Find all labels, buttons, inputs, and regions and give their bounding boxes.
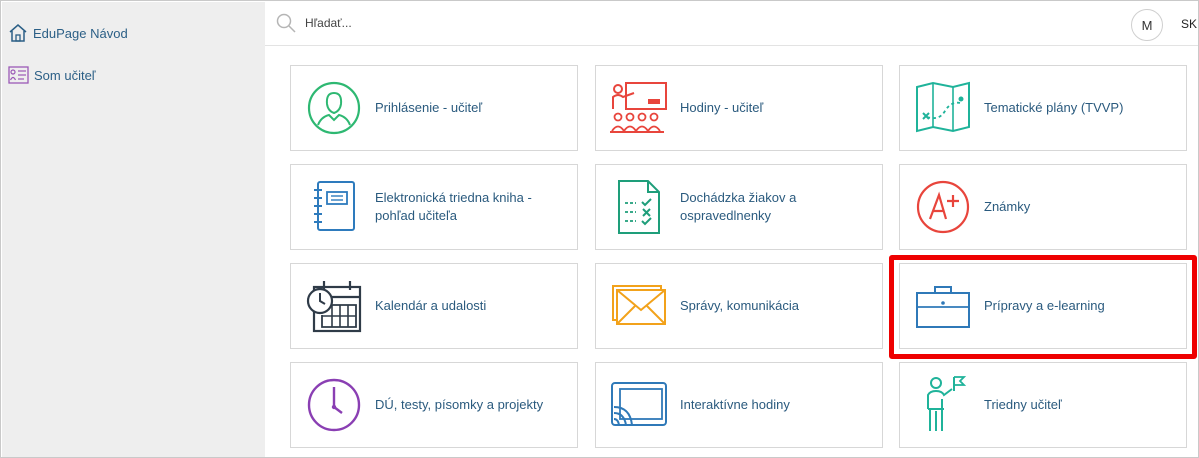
home-icon	[8, 23, 28, 43]
sidebar: EduPage Návod Som učiteľ	[2, 2, 265, 457]
user-login-icon	[299, 73, 369, 143]
tile-prihlasenie-ucitel[interactable]: Prihlásenie - učiteľ	[290, 65, 578, 151]
tile-label: Triedny učiteľ	[984, 397, 1062, 412]
tile-hodiny-ucitel[interactable]: Hodiny - učiteľ	[595, 65, 883, 151]
tile-tematicke-plany[interactable]: Tematické plány (TVVP)	[899, 65, 1187, 151]
search-icon[interactable]	[275, 12, 297, 39]
tile-label: Prípravy a e-learning	[984, 298, 1105, 313]
language-selector[interactable]: SK	[1181, 17, 1197, 31]
classroom-lesson-icon	[604, 73, 674, 143]
teacher-board-icon	[8, 66, 29, 84]
tile-label: DÚ, testy, písomky a projekty	[375, 397, 544, 412]
tile-label: Elektronická triedna kniha - pohľad učit…	[375, 190, 532, 223]
tile-elektronicka-triedna-kniha[interactable]: Elektronická triedna kniha - pohľad učit…	[290, 164, 578, 250]
sidebar-item-label: EduPage Návod	[33, 25, 128, 41]
tile-label: Prihlásenie - učiteľ	[375, 100, 483, 115]
tile-znamky[interactable]: Známky	[899, 164, 1187, 250]
tile-label: Interaktívne hodiny	[680, 397, 790, 412]
tile-spravy-komunikacia[interactable]: Správy, komunikácia	[595, 263, 883, 349]
tile-label: Hodiny - učiteľ	[680, 100, 764, 115]
tile-label: Známky	[984, 199, 1031, 214]
class-teacher-flag-icon	[908, 370, 978, 440]
cast-screen-icon	[604, 370, 674, 440]
search-input[interactable]	[305, 12, 905, 34]
tile-triedny-ucitel[interactable]: Triedny učiteľ	[899, 362, 1187, 448]
briefcase-icon	[908, 271, 978, 341]
attendance-sheet-icon	[604, 172, 674, 242]
tile-label: Dochádzka žiakov a ospravedlnenky	[680, 190, 797, 223]
tile-label: Tematické plány (TVVP)	[984, 100, 1124, 115]
class-book-icon	[299, 172, 369, 242]
tile-label: Kalendár a udalosti	[375, 298, 487, 313]
sidebar-item-som-ucitel[interactable]: Som učiteľ	[8, 64, 96, 86]
map-plan-icon	[908, 73, 978, 143]
clock-icon	[299, 370, 369, 440]
tile-pripravy-e-learning[interactable]: Prípravy a e-learning	[899, 263, 1187, 349]
avatar[interactable]: M	[1131, 9, 1163, 41]
sidebar-item-edupage-navod[interactable]: EduPage Návod	[8, 22, 128, 44]
grades-a-plus-icon	[908, 172, 978, 242]
tile-label: Správy, komunikácia	[680, 298, 799, 313]
sidebar-item-label: Som učiteľ	[34, 67, 96, 83]
envelope-icon	[604, 271, 674, 341]
tile-kalendar-udalosti[interactable]: Kalendár a udalosti	[290, 263, 578, 349]
calendar-clock-icon	[299, 271, 369, 341]
tile-interaktivne-hodiny[interactable]: Interaktívne hodiny	[595, 362, 883, 448]
top-bar: M SK	[265, 2, 1198, 46]
tile-du-testy-pisomky[interactable]: DÚ, testy, písomky a projekty	[290, 362, 578, 448]
tile-dochadzka-ziakov[interactable]: Dochádzka žiakov a ospravedlnenky	[595, 164, 883, 250]
app-window: EduPage Návod Som učiteľ Hľadať... M SK …	[0, 0, 1199, 458]
